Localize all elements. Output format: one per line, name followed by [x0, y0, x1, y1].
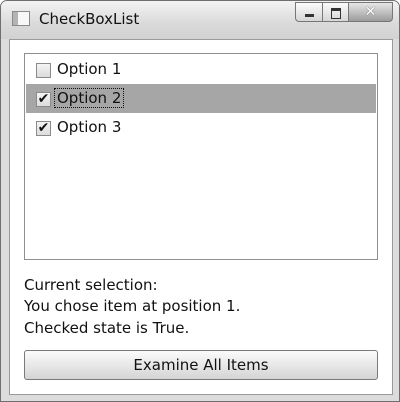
- window: CheckBoxList ✕ Option 1 ✔ Option 2 ✔ Opt…: [0, 0, 400, 402]
- close-icon: ✕: [364, 4, 377, 20]
- option-2-label: Option 2: [53, 88, 125, 108]
- option-1-checkbox[interactable]: [36, 63, 51, 78]
- option-1-label: Option 1: [57, 60, 122, 78]
- minimize-icon: [305, 14, 314, 17]
- maximize-button[interactable]: [322, 2, 349, 22]
- option-3-checkbox[interactable]: ✔: [36, 121, 51, 136]
- app-window-icon[interactable]: [12, 11, 30, 26]
- option-3-label: Option 3: [57, 118, 122, 136]
- window-title: CheckBoxList: [39, 10, 140, 28]
- maximize-icon: [331, 8, 341, 19]
- minimize-button[interactable]: [295, 2, 323, 22]
- status-checked-text: Checked state is True.: [24, 319, 190, 337]
- option-2-checkbox[interactable]: ✔: [36, 92, 51, 107]
- status-position-text: You chose item at position 1.: [24, 297, 241, 315]
- close-button[interactable]: ✕: [348, 2, 393, 22]
- list-item-option-2[interactable]: ✔ Option 2: [26, 84, 376, 113]
- list-item-option-1[interactable]: Option 1: [26, 55, 376, 84]
- list-item-option-3[interactable]: ✔ Option 3: [26, 113, 376, 142]
- status-heading: Current selection:: [24, 276, 158, 294]
- checkbox-list[interactable]: Option 1 ✔ Option 2 ✔ Option 3: [24, 53, 378, 260]
- caption-buttons: ✕: [295, 2, 393, 22]
- examine-all-items-button[interactable]: Examine All Items: [24, 350, 378, 380]
- title-bar[interactable]: CheckBoxList ✕: [1, 1, 399, 39]
- client-area: Option 1 ✔ Option 2 ✔ Option 3 Current s…: [9, 39, 393, 395]
